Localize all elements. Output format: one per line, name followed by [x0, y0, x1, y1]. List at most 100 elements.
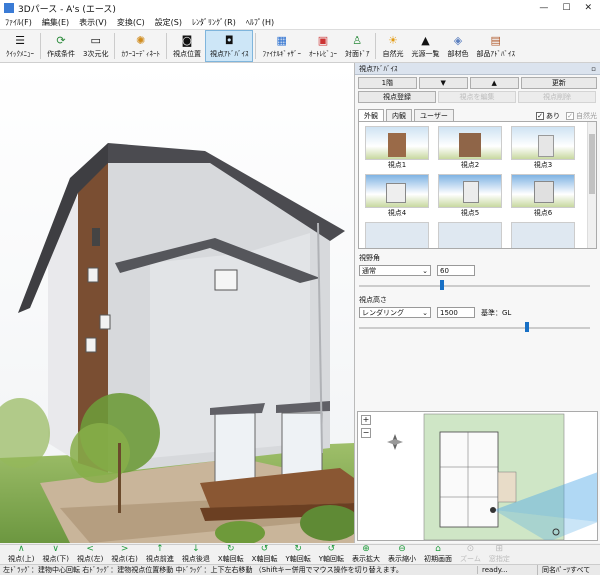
final-gather-button[interactable]: ▦ ﾌｧｲﾅﾙｷﾞｬｻﾞｰ: [258, 30, 305, 62]
view-thumbnail[interactable]: 視点4: [363, 174, 431, 218]
rotate-cw-icon: ↻: [294, 544, 302, 554]
chevron-down-icon: ⌄: [422, 266, 428, 275]
height-value-input[interactable]: 1500: [437, 307, 475, 318]
close-button[interactable]: ✕: [584, 3, 592, 13]
natural-light-button[interactable]: ☀ 自然光: [378, 30, 407, 62]
auto-render-icon: ▣: [317, 34, 329, 47]
view-thumbnail[interactable]: [509, 222, 577, 248]
zoom-out-display-button[interactable]: ⊖ 表示縮小: [384, 545, 420, 564]
lamp-icon: ▲: [421, 34, 430, 47]
tab-exterior[interactable]: 外観: [358, 109, 384, 121]
view-thumbnail[interactable]: 視点5: [436, 174, 504, 218]
x-rotate-ccw-button[interactable]: ↺ X軸回転: [248, 545, 282, 564]
view-up-button[interactable]: ∧ 視点(上): [4, 545, 38, 564]
auto-review-button[interactable]: ▣ ｵｰﾄﾚﾋﾞｭｰ: [305, 30, 341, 62]
chevron-down-icon: ⌄: [422, 308, 428, 317]
app-icon: [4, 3, 14, 13]
menu-rendering[interactable]: ﾚﾝﾀﾞﾘﾝｸﾞ(R): [192, 17, 236, 28]
status-parts: 同名ﾊﾟｰﾂすべて: [537, 565, 597, 575]
slider-knob[interactable]: [439, 280, 444, 290]
zoom-in-icon: ⊕: [362, 544, 370, 554]
fov-value-input[interactable]: 60: [437, 265, 475, 276]
parts-advice-button[interactable]: ▤ 部品ｱﾄﾞﾊﾞｲｽ: [472, 30, 519, 62]
camera-advice-icon: ◘: [224, 34, 234, 47]
menu-edit[interactable]: 編集(E): [42, 17, 69, 28]
window-select-icon: ⊞: [495, 544, 504, 554]
material-color-button[interactable]: ◈ 部材色: [443, 30, 472, 62]
scrollbar-thumb[interactable]: [589, 134, 595, 194]
menu-settings[interactable]: 設定(S): [155, 17, 182, 28]
window-title: 3Dパース - A's (エース): [18, 4, 116, 15]
floor-plan-map[interactable]: + −: [357, 411, 598, 541]
view-thumbnail[interactable]: 視点1: [363, 126, 431, 170]
view-thumbnail[interactable]: 視点6: [509, 174, 577, 218]
target-door-button[interactable]: ♙ 対面ﾄﾞｱ: [341, 30, 374, 62]
with-checkbox[interactable]: ✓ あり: [536, 111, 560, 121]
menu-view[interactable]: 表示(V): [79, 17, 107, 28]
title-bar: 3Dパース - A's (エース) — ☐ ✕: [0, 0, 600, 16]
thumbnail-scrollbar[interactable]: [587, 122, 596, 248]
y-rotate-cw-button[interactable]: ↻ Y軸回転: [281, 545, 314, 564]
rotate-ccw-icon: ↺: [327, 544, 336, 554]
x-rotate-cw-button[interactable]: ↻ X軸回転: [214, 545, 248, 564]
menu-file[interactable]: ﾌｧｲﾙ(F): [5, 17, 32, 28]
maximize-button[interactable]: ☐: [562, 3, 570, 13]
create-condition-button[interactable]: ⟳ 作成条件: [43, 30, 79, 62]
minimize-button[interactable]: —: [539, 3, 548, 13]
edit-view-button[interactable]: 視点を編集: [438, 91, 516, 103]
zoom-button[interactable]: ⊙ ズーム: [456, 545, 485, 564]
pin-icon[interactable]: ▫: [591, 65, 596, 73]
view-left-button[interactable]: < 視点(左): [73, 545, 107, 564]
height-base-label: 基準：GL: [481, 308, 512, 317]
light-list-button[interactable]: ▲ 光源一覧: [407, 30, 443, 62]
view-position-button[interactable]: ◙ 視点位置: [169, 30, 205, 62]
checkbox-checked-icon: ✓: [536, 112, 544, 120]
view-thumbnail[interactable]: 視点3: [509, 126, 577, 170]
view-thumbnail[interactable]: 視点2: [436, 126, 504, 170]
arrow-right-icon: >: [120, 544, 129, 554]
color-coordinate-button[interactable]: ✺ ｶﾗｰｺｰﾃﾞｨﾈｰﾄ: [117, 30, 164, 62]
zoom-in-display-button[interactable]: ⊕ 表示拡大: [348, 545, 384, 564]
view-thumbnail[interactable]: [436, 222, 504, 248]
menu-convert[interactable]: 変換(C): [117, 17, 145, 28]
register-view-button[interactable]: 視点登録: [358, 91, 436, 103]
to-3d-button[interactable]: ▭ 3次元化: [79, 30, 112, 62]
zoom-icon: ⊙: [466, 544, 475, 554]
window-select-button[interactable]: ⊞ 窓指定: [485, 545, 514, 564]
floor-down-button[interactable]: ▼: [418, 77, 468, 89]
compass-icon: [387, 434, 403, 450]
view-back-button[interactable]: ↓ 視点後退: [178, 545, 214, 564]
slider-track: [359, 327, 590, 329]
floor-select-button[interactable]: 1階: [358, 77, 417, 89]
fov-slider[interactable]: [359, 279, 590, 291]
render-icon: ▦: [276, 34, 287, 47]
view-thumbnail[interactable]: [363, 222, 431, 248]
natural-light-checkbox[interactable]: ✓ 自然光: [566, 111, 597, 121]
delete-view-button[interactable]: 視点削除: [518, 91, 596, 103]
view-settings: 視野角 通常 ⌄ 60 視点高さ レンダリング ⌄ 1500 基準：GL: [355, 249, 600, 335]
3d-viewport[interactable]: [0, 63, 354, 543]
floor-up-button[interactable]: ▲: [469, 77, 519, 89]
y-rotate-ccw-button[interactable]: ↺ Y軸回転: [315, 545, 348, 564]
tab-user[interactable]: ユーザー: [414, 109, 454, 121]
height-slider[interactable]: [359, 321, 590, 333]
menu-help[interactable]: ﾍﾙﾌﾟ(H): [246, 17, 274, 28]
toolbar-separator: [165, 33, 167, 59]
arrow-down-icon: ∨: [52, 544, 59, 554]
view-down-button[interactable]: ∨ 視点(下): [38, 545, 72, 564]
slider-knob[interactable]: [525, 322, 530, 332]
zoom-out-icon: ⊖: [398, 544, 406, 554]
quick-menu-button[interactable]: ☰ ｸｲｯｸﾒﾆｭｰ: [2, 30, 38, 62]
parts-icon: ▤: [490, 34, 501, 47]
fov-mode-select[interactable]: 通常 ⌄: [359, 265, 431, 276]
view-advice-button[interactable]: ◘ 視点ｱﾄﾞﾊﾞｲｽ: [204, 30, 254, 62]
view-forward-button[interactable]: ↑ 視点前進: [142, 545, 178, 564]
update-button[interactable]: 更新: [520, 77, 597, 89]
height-label: 視点高さ: [359, 296, 387, 304]
view-right-button[interactable]: > 視点(右): [107, 545, 141, 564]
tab-interior[interactable]: 内観: [386, 109, 412, 121]
initial-view-button[interactable]: ⌂ 初期画面: [420, 545, 456, 564]
sun-icon: ☀: [388, 34, 398, 47]
people-icon: ♙: [352, 34, 363, 47]
height-mode-select[interactable]: レンダリング ⌄: [359, 307, 431, 318]
